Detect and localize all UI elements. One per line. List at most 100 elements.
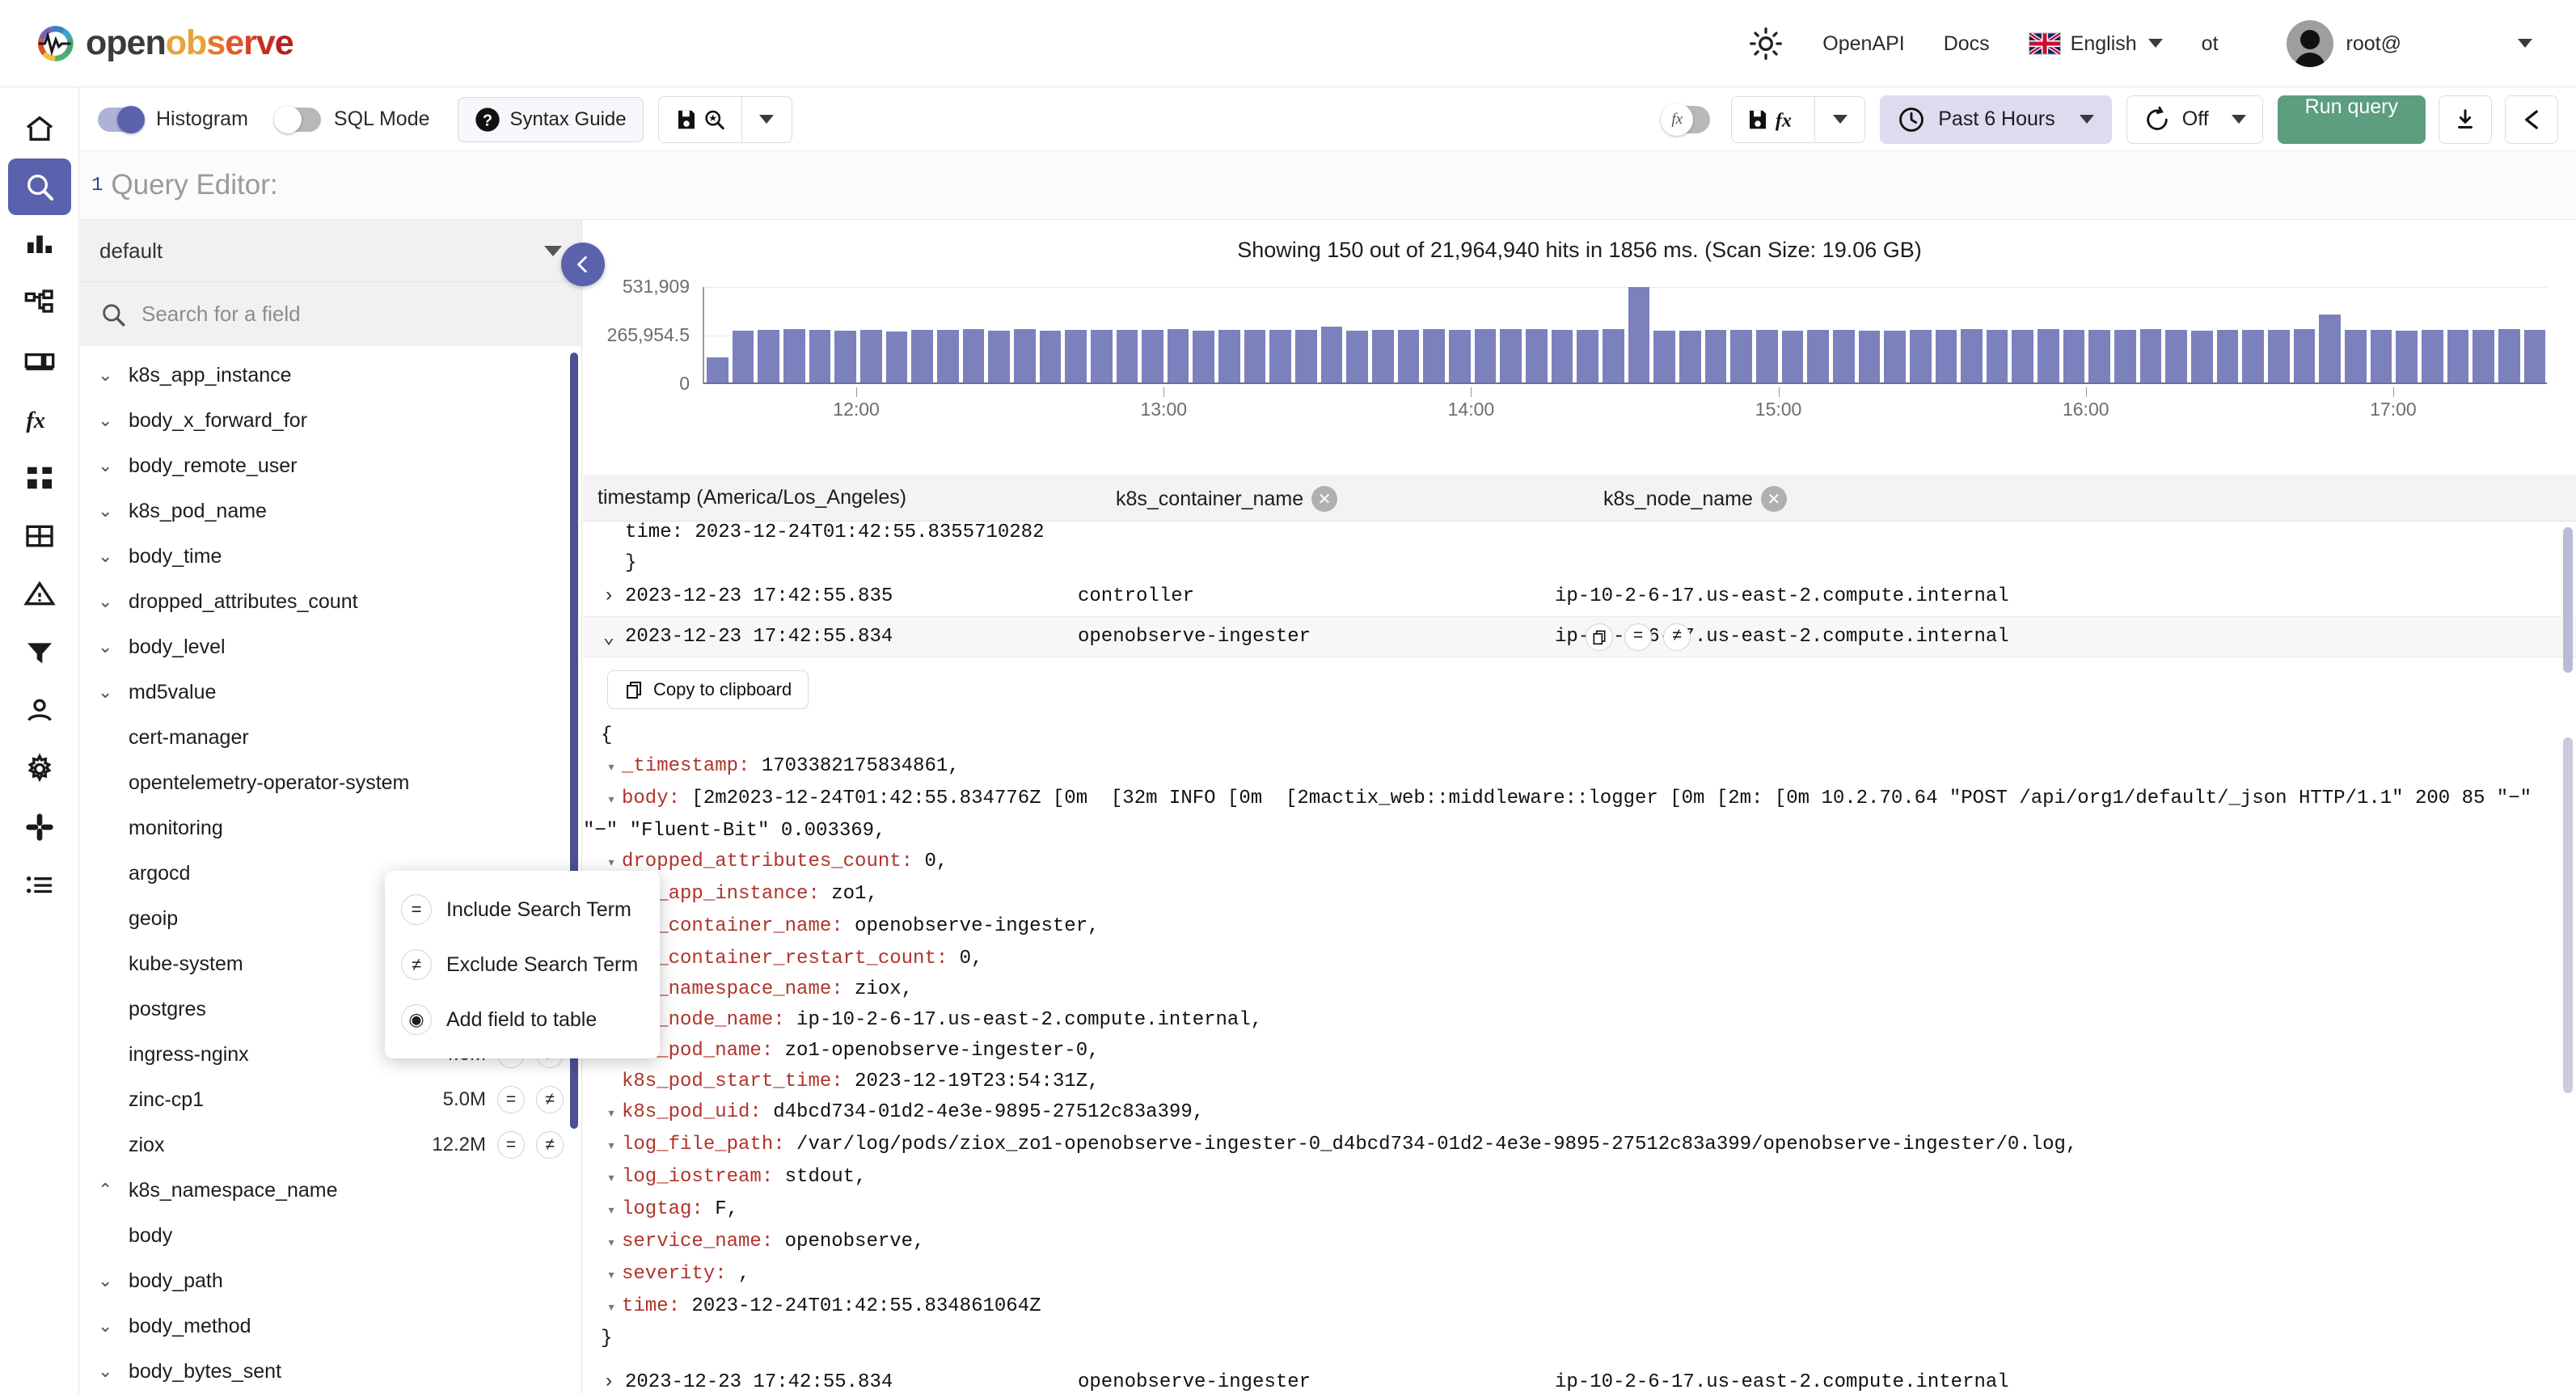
json-entry[interactable]: ▾ dropped_attributes_count: 0,: [583, 847, 2576, 879]
json-entry[interactable]: k8s_node_name: ip-10-2-6-17.us-east-2.co…: [583, 1005, 2576, 1036]
field-value-row[interactable]: opentelemetry-operator-system: [80, 760, 581, 805]
field-row[interactable]: ⌄ dropped_attributes_count: [80, 579, 581, 624]
save-function-dropdown[interactable]: [1815, 95, 1866, 143]
sidebar-item-alerts[interactable]: [8, 566, 71, 623]
expand-row-icon[interactable]: ›: [593, 1371, 625, 1393]
expand-field-icon[interactable]: ▾: [601, 1291, 622, 1324]
include-term-icon[interactable]: =: [497, 1131, 525, 1159]
json-entry[interactable]: ▾k8s_app_instance: zo1,: [583, 879, 2576, 911]
json-entry[interactable]: ▾ service_name: openobserve,: [583, 1227, 2576, 1259]
user-menu-caret[interactable]: [2421, 18, 2552, 70]
sidebar-item-pipelines[interactable]: [8, 624, 71, 681]
query-editor[interactable]: 1 Query Editor:: [80, 151, 2576, 220]
syntax-guide-button[interactable]: ? Syntax Guide: [457, 96, 644, 142]
table-row[interactable]: ⌄ 2023-12-23 17:42:55.834 openobserve-in…: [583, 617, 2576, 657]
collapse-sidebar-button[interactable]: [561, 243, 605, 286]
sidebar-item-users[interactable]: [8, 682, 71, 739]
auto-refresh-picker[interactable]: Off: [2126, 95, 2263, 144]
json-entry[interactable]: ▴k8s_container_name: openobserve-ingeste…: [583, 911, 2576, 944]
json-entry[interactable]: ▾ severity: ,: [583, 1259, 2576, 1291]
save-search-button[interactable]: [657, 95, 742, 143]
field-value-row[interactable]: cert-manager: [80, 715, 581, 760]
expand-field-icon[interactable]: ▾: [601, 751, 622, 784]
share-link-button[interactable]: [2505, 95, 2558, 144]
table-row[interactable]: › 2023-12-23 17:42:55.835 controller ip-…: [583, 577, 2576, 617]
json-entry[interactable]: k8s_pod_start_time: 2023-12-19T23:54:31Z…: [583, 1067, 2576, 1097]
table-row[interactable]: › 2023-12-23 17:42:55.834 openobserve-in…: [583, 1362, 2576, 1394]
docs-link[interactable]: Docs: [1924, 18, 2009, 70]
column-header-node[interactable]: k8s_node_name ✕: [1603, 486, 1787, 512]
expand-field-icon[interactable]: ▾: [601, 1162, 622, 1194]
exclude-term-icon[interactable]: ≠: [536, 1086, 564, 1113]
field-row[interactable]: ⌄ body_x_forward_for: [80, 398, 581, 443]
sidebar-item-home[interactable]: [8, 100, 71, 157]
field-row[interactable]: ⌃ k8s_namespace_name: [80, 1168, 581, 1213]
run-query-button[interactable]: Run query: [2277, 95, 2426, 144]
chart-plot-area[interactable]: [703, 286, 2547, 384]
field-row[interactable]: body: [80, 1213, 581, 1258]
sql-mode-toggle[interactable]: [273, 105, 321, 133]
field-row[interactable]: ⌄ body_time: [80, 534, 581, 579]
expand-field-icon[interactable]: ▾: [601, 1227, 622, 1259]
search-input[interactable]: [141, 302, 562, 327]
json-entry[interactable]: ▾ log_file_path: /var/log/pods/ziox_zo1-o…: [583, 1130, 2576, 1162]
json-entry[interactable]: k8s_container_restart_count: 0,: [583, 944, 2576, 974]
json-entry[interactable]: ▾ _timestamp: 1703382175834861,: [583, 751, 2576, 784]
sidebar-item-integrations[interactable]: [8, 799, 71, 855]
field-row[interactable]: ⌄ body_level: [80, 624, 581, 670]
sidebar-item-logs[interactable]: [7, 158, 71, 215]
field-row[interactable]: ⌄ k8s_pod_name: [80, 488, 581, 534]
copy-row-icon[interactable]: [1586, 623, 1613, 651]
sidebar-item-traces[interactable]: [8, 275, 71, 332]
results-scrollbar[interactable]: [2563, 527, 2573, 673]
language-selector[interactable]: English: [2009, 18, 2182, 70]
expand-field-icon[interactable]: [601, 1067, 622, 1068]
field-value-row[interactable]: monitoring: [80, 805, 581, 851]
histogram-toggle[interactable]: [98, 105, 145, 133]
include-term-icon[interactable]: =: [497, 1086, 525, 1113]
sidebar-item-streams[interactable]: [8, 508, 71, 564]
json-entry[interactable]: ▾ log_iostream: stdout,: [583, 1162, 2576, 1194]
time-range-picker[interactable]: Past 6 Hours: [1880, 95, 2112, 144]
field-row[interactable]: ⌄ body_path: [80, 1258, 581, 1303]
openapi-link[interactable]: OpenAPI: [1803, 18, 1924, 70]
saved-search-dropdown[interactable]: [741, 95, 792, 143]
exclude-term-icon[interactable]: ≠: [536, 1131, 564, 1159]
sidebar-item-rum[interactable]: [8, 333, 71, 390]
expand-field-icon[interactable]: ▾: [601, 1194, 622, 1227]
exclude-term-icon[interactable]: ≠: [1663, 623, 1691, 651]
field-row[interactable]: ⌄ md5value: [80, 670, 581, 715]
json-entry[interactable]: ▾ logtag: F,: [583, 1194, 2576, 1227]
column-header-container[interactable]: k8s_container_name ✕: [1116, 486, 1338, 512]
expand-field-icon[interactable]: ▾: [601, 1097, 622, 1130]
sidebar-item-dashboards[interactable]: [8, 450, 71, 506]
context-menu-item[interactable]: ≠ Exclude Search Term: [385, 937, 660, 992]
sidebar-item-settings[interactable]: [8, 741, 71, 797]
json-entry[interactable]: ▾ time: 2023-12-24T01:42:55.834861064Z: [583, 1291, 2576, 1324]
json-entry[interactable]: ▾ k8s_pod_uid: d4bcd734-01d2-4e3e-9895-27…: [583, 1097, 2576, 1130]
context-menu-item[interactable]: ◉ Add field to table: [385, 992, 660, 1047]
field-row[interactable]: ⌄ body_bytes_sent: [80, 1349, 581, 1394]
field-search[interactable]: [80, 281, 581, 346]
field-row[interactable]: ⌄ body_remote_user: [80, 443, 581, 488]
include-term-icon[interactable]: =: [1624, 623, 1652, 651]
expand-field-icon[interactable]: ▾: [601, 1259, 622, 1291]
stream-selector[interactable]: default: [80, 220, 581, 281]
save-function-button[interactable]: fx: [1731, 95, 1816, 143]
sidebar-item-metrics[interactable]: [8, 217, 71, 273]
field-value-row[interactable]: ziox 12.2M = ≠: [80, 1122, 581, 1168]
download-results-button[interactable]: [2439, 95, 2492, 144]
field-value-row[interactable]: zinc-cp1 5.0M = ≠: [80, 1077, 581, 1122]
context-menu-item[interactable]: = Include Search Term: [385, 882, 660, 937]
app-logo[interactable]: openobserve: [31, 19, 294, 69]
sidebar-item-about[interactable]: [8, 857, 71, 914]
remove-column-icon[interactable]: ✕: [1760, 486, 1787, 512]
json-entry[interactable]: ▾ body: [2m2023-12-24T01:42:55.834776Z [0…: [583, 784, 2576, 816]
copy-to-clipboard-button[interactable]: Copy to clipboard: [607, 670, 809, 709]
remove-column-icon[interactable]: ✕: [1311, 486, 1338, 512]
organization-selector[interactable]: ot: [2182, 18, 2238, 70]
results-scrollbar-lower[interactable]: [2563, 737, 2573, 1093]
column-header-timestamp[interactable]: timestamp (America/Los_Angeles): [598, 486, 906, 509]
function-toggle[interactable]: fx: [1661, 103, 1711, 136]
expand-row-icon[interactable]: ›: [593, 585, 625, 607]
